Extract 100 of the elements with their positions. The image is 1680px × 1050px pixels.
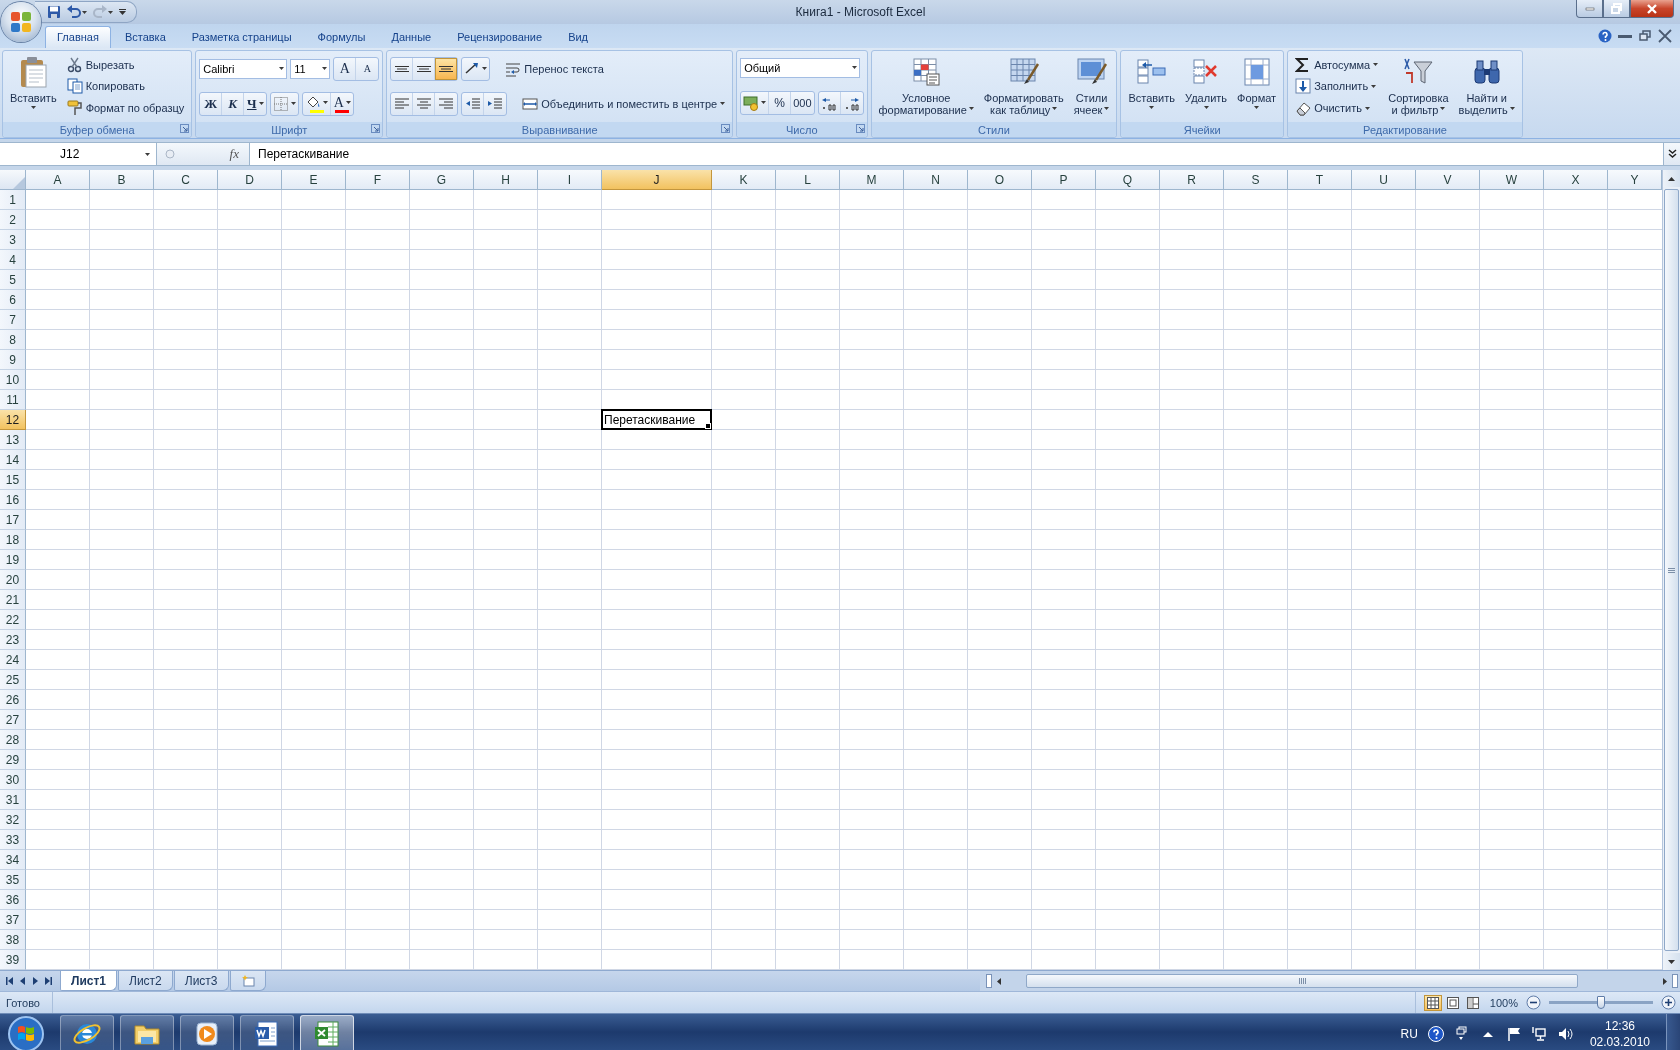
column-header[interactable]: T: [1288, 170, 1352, 190]
close-button[interactable]: [1658, 29, 1672, 43]
row-header[interactable]: 24: [0, 650, 26, 670]
column-header[interactable]: O: [968, 170, 1032, 190]
row-header[interactable]: 38: [0, 930, 26, 950]
sheet-tab[interactable]: Лист1: [60, 971, 118, 991]
column-header[interactable]: B: [90, 170, 154, 190]
row-header[interactable]: 31: [0, 790, 26, 810]
row-header[interactable]: 33: [0, 830, 26, 850]
column-header[interactable]: L: [776, 170, 840, 190]
column-header[interactable]: J: [602, 170, 712, 190]
first-sheet-button[interactable]: [6, 977, 13, 985]
media-player-taskbar-button[interactable]: [180, 1015, 234, 1050]
row-header[interactable]: 5: [0, 270, 26, 290]
underline-button[interactable]: Ч: [244, 92, 267, 115]
word-taskbar-button[interactable]: [240, 1015, 294, 1050]
clock-time[interactable]: 12:36: [1604, 1018, 1635, 1034]
row-header[interactable]: 21: [0, 590, 26, 610]
conditional-formatting-button[interactable]: Условное форматирование: [874, 53, 978, 122]
column-header[interactable]: M: [840, 170, 904, 190]
row-header[interactable]: 2: [0, 210, 26, 230]
column-header[interactable]: G: [410, 170, 474, 190]
column-header[interactable]: E: [282, 170, 346, 190]
explorer-taskbar-button[interactable]: [120, 1015, 174, 1050]
slider-thumb[interactable]: [1597, 996, 1605, 1009]
row-header[interactable]: 28: [0, 730, 26, 750]
shrink-font-button[interactable]: A: [356, 57, 379, 80]
row-header[interactable]: 34: [0, 850, 26, 870]
column-header[interactable]: A: [26, 170, 90, 190]
save-button[interactable]: [45, 4, 63, 20]
ribbon-tab[interactable]: Рецензирование: [445, 26, 555, 48]
browser-taskbar-button[interactable]: [60, 1015, 114, 1050]
row-header[interactable]: 30: [0, 770, 26, 790]
row-header[interactable]: 20: [0, 570, 26, 590]
row-header[interactable]: 13: [0, 430, 26, 450]
row-header[interactable]: 26: [0, 690, 26, 710]
active-cell[interactable]: Перетаскивание: [601, 409, 712, 430]
ribbon-tab[interactable]: Формулы: [305, 26, 378, 48]
scrollbar-thumb[interactable]: [1664, 189, 1679, 951]
row-header[interactable]: 27: [0, 710, 26, 730]
dialog-launcher-button[interactable]: [180, 124, 190, 133]
scroll-up-button[interactable]: [1663, 170, 1680, 187]
row-header[interactable]: 29: [0, 750, 26, 770]
bold-button[interactable]: Ж: [200, 92, 223, 115]
column-header[interactable]: C: [154, 170, 218, 190]
insert-function-button[interactable]: fx: [227, 146, 241, 162]
row-header[interactable]: 25: [0, 670, 26, 690]
currency-format-button[interactable]: [741, 91, 770, 114]
column-header[interactable]: R: [1160, 170, 1224, 190]
font-name-field[interactable]: Calibri: [199, 58, 288, 79]
maximize-button[interactable]: [1603, 0, 1630, 18]
grow-font-button[interactable]: A: [334, 57, 357, 80]
scroll-left-button[interactable]: [994, 977, 1004, 985]
column-header[interactable]: Y: [1608, 170, 1662, 190]
column-header[interactable]: U: [1352, 170, 1416, 190]
zoom-in-button[interactable]: [1661, 995, 1676, 1010]
delete-cells-button[interactable]: Удалить: [1181, 53, 1232, 122]
row-header[interactable]: 35: [0, 870, 26, 890]
row-header[interactable]: 1: [0, 190, 26, 210]
column-header[interactable]: D: [218, 170, 282, 190]
language-indicator[interactable]: RU: [1400, 1027, 1418, 1041]
row-header[interactable]: 7: [0, 310, 26, 330]
ribbon-tab[interactable]: Разметка страницы: [179, 26, 304, 48]
dialog-launcher-button[interactable]: [855, 124, 865, 133]
autosum-button[interactable]: Автосумма: [1291, 54, 1383, 75]
row-header[interactable]: 6: [0, 290, 26, 310]
row-header[interactable]: 17: [0, 510, 26, 530]
clock-date[interactable]: 02.03.2010: [1589, 1034, 1650, 1050]
font-size-field[interactable]: 11: [290, 58, 331, 79]
close-button[interactable]: [1630, 0, 1674, 18]
office-button[interactable]: [1, 2, 41, 42]
row-header[interactable]: 15: [0, 470, 26, 490]
ribbon-tab[interactable]: Вставка: [112, 26, 178, 48]
italic-button[interactable]: К: [222, 92, 245, 115]
row-header[interactable]: 18: [0, 530, 26, 550]
column-header[interactable]: Q: [1096, 170, 1160, 190]
row-header[interactable]: 37: [0, 910, 26, 930]
insert-cells-button[interactable]: Вставить: [1124, 53, 1180, 122]
normal-view-button[interactable]: [1423, 994, 1442, 1011]
format-cells-button[interactable]: Формат: [1233, 53, 1281, 122]
percent-button[interactable]: %: [769, 91, 792, 114]
row-header[interactable]: 19: [0, 550, 26, 570]
restore-button[interactable]: [1638, 29, 1652, 43]
help-button[interactable]: [1598, 29, 1612, 43]
column-header[interactable]: V: [1416, 170, 1480, 190]
split-handle[interactable]: [1672, 974, 1678, 988]
help-tray-button[interactable]: [1427, 1026, 1444, 1042]
row-header[interactable]: 23: [0, 630, 26, 650]
last-sheet-button[interactable]: [45, 977, 52, 985]
copy-button[interactable]: Копировать: [62, 76, 189, 97]
row-header[interactable]: 36: [0, 890, 26, 910]
ribbon-tab[interactable]: Вид: [556, 26, 601, 48]
number-format-field[interactable]: Общий: [740, 57, 861, 78]
row-header[interactable]: 39: [0, 950, 26, 970]
minimize-button[interactable]: [1576, 0, 1603, 18]
paste-button[interactable]: Вставить: [6, 53, 61, 122]
column-header[interactable]: N: [904, 170, 968, 190]
row-header[interactable]: 10: [0, 370, 26, 390]
action-center-button[interactable]: [1505, 1026, 1522, 1042]
ribbon-tab[interactable]: Главная: [45, 26, 111, 48]
